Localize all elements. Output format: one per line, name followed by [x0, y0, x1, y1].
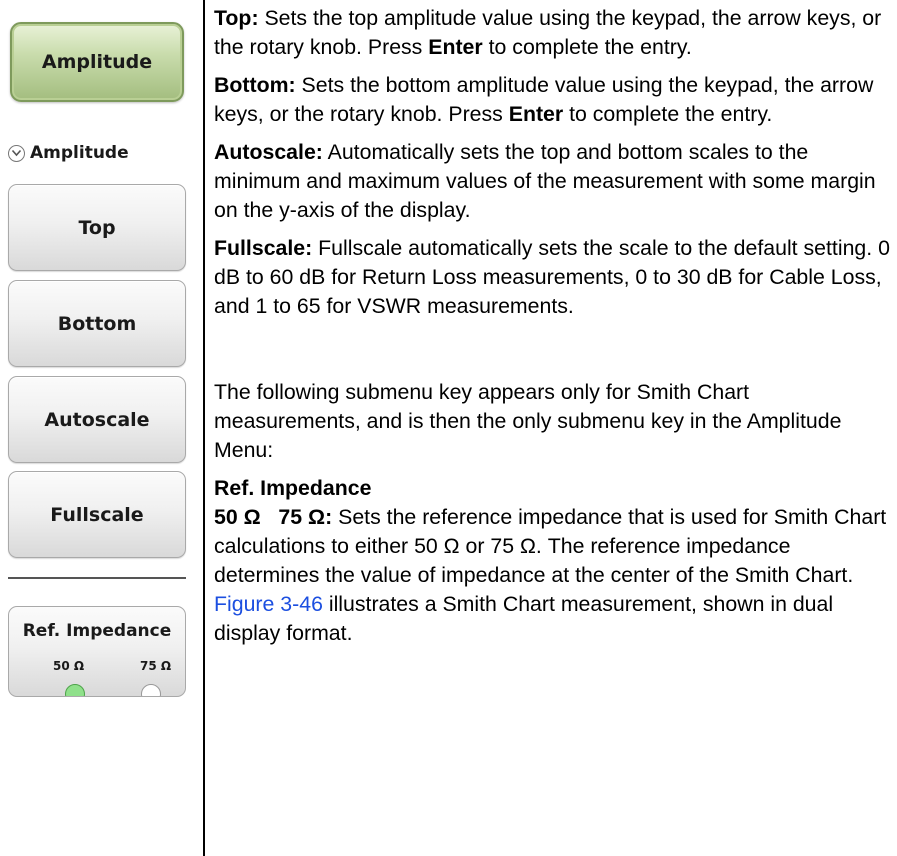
top-term: Top: — [214, 6, 259, 30]
fullscale-term: Fullscale: — [214, 236, 313, 260]
enter-key-term: Enter — [428, 35, 483, 59]
top-text-end: to complete the entry. — [482, 35, 692, 59]
autoscale-term: Autoscale: — [214, 140, 323, 164]
ref-impedance-button[interactable]: Ref. Impedance 50 Ω 75 Ω — [8, 606, 186, 697]
figure-link[interactable]: Figure 3-46 — [214, 592, 323, 616]
ref-impedance-term: 50 Ω 75 Ω: — [214, 505, 333, 529]
panel-divider — [8, 577, 186, 579]
submenu-note: The following submenu key appears only f… — [214, 380, 842, 462]
fullscale-text: Fullscale automatically sets the scale t… — [214, 236, 890, 318]
bottom-description: Bottom: Sets the bottom amplitude value … — [214, 71, 894, 129]
top-description: Top: Sets the top amplitude value using … — [214, 4, 894, 62]
column-divider — [203, 0, 205, 856]
radio-75-ohm[interactable] — [141, 684, 161, 696]
autoscale-button[interactable]: Autoscale — [8, 376, 186, 463]
chevron-down-icon — [8, 144, 25, 162]
softkey-panel: Amplitude Amplitude Top Bottom Autoscale… — [0, 0, 203, 856]
bottom-text-end: to complete the entry. — [563, 102, 773, 126]
description-column: Top: Sets the top amplitude value using … — [214, 4, 894, 657]
ref-impedance-description: Ref. Impedance 50 Ω 75 Ω: Sets the refer… — [214, 474, 894, 648]
amplitude-menu-button[interactable]: Amplitude — [10, 22, 184, 102]
radio-50-ohm[interactable] — [65, 684, 85, 696]
option-50-ohm-label: 50 Ω — [53, 659, 85, 673]
bottom-button[interactable]: Bottom — [8, 280, 186, 367]
ref-impedance-label: Ref. Impedance — [22, 621, 172, 641]
fullscale-description: Fullscale: Fullscale automatically sets … — [214, 234, 894, 321]
submenu-title-label: Amplitude — [30, 143, 129, 163]
ref-impedance-heading: Ref. Impedance — [214, 476, 372, 500]
submenu-title: Amplitude — [8, 143, 129, 163]
bottom-term: Bottom: — [214, 73, 296, 97]
autoscale-description: Autoscale: Automatically sets the top an… — [214, 138, 894, 225]
enter-key-term: Enter — [508, 102, 564, 126]
option-75-ohm-label: 75 Ω — [140, 659, 172, 673]
fullscale-button[interactable]: Fullscale — [8, 471, 186, 558]
top-button[interactable]: Top — [8, 184, 186, 271]
